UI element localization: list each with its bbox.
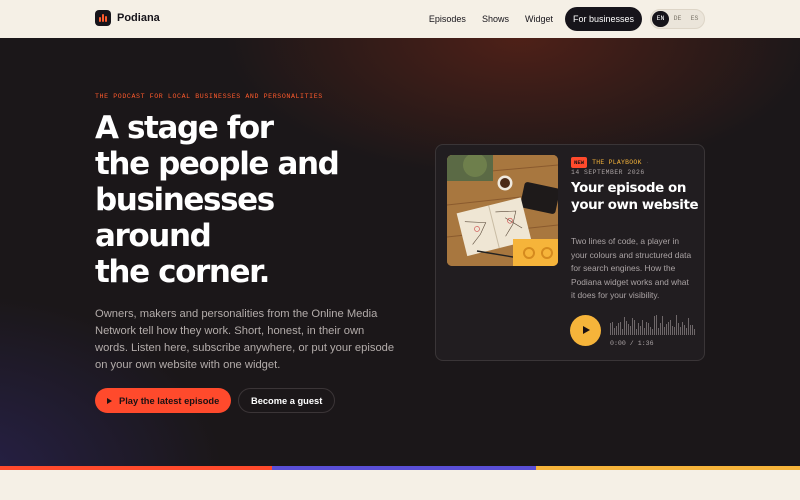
waveform-bar (616, 326, 617, 335)
waveform-bar (634, 320, 635, 335)
waveform-bar (630, 326, 631, 335)
headline-line: A stage for (95, 110, 274, 146)
play-latest-episode-button[interactable]: Play the latest episode (95, 388, 232, 413)
waveform-bar (632, 318, 633, 335)
waveform-bar (664, 327, 665, 335)
waveform-bar (636, 329, 637, 335)
episode-title[interactable]: Your episode on your own website (571, 181, 699, 214)
waveform-bar (680, 327, 681, 335)
nav-link-widget[interactable]: Widget (517, 8, 561, 31)
language-option-de[interactable]: DE (669, 11, 686, 27)
waveform-bar (688, 318, 689, 335)
waveform-bar (622, 329, 623, 335)
episode-thumbnail (447, 155, 558, 266)
bar-chart-icon (95, 10, 111, 26)
waveform-bar (644, 328, 645, 335)
language-option-es[interactable]: ES (686, 11, 703, 27)
waveform-bar (672, 326, 673, 335)
waveform-bar (660, 323, 661, 335)
waveform-bar (642, 320, 643, 335)
play-icon (107, 397, 112, 404)
become-guest-button[interactable]: Become a guest (238, 388, 336, 413)
language-switcher: EN DE ES (650, 9, 705, 29)
brand-name: Podiana (117, 12, 160, 24)
latest-episode-card: NEW THE PLAYBOOK · 14 SEPTEMBER 2026 You… (435, 144, 705, 361)
meta-separator: · (646, 159, 649, 166)
page-footer-area (0, 470, 800, 500)
waveform-bar (682, 322, 683, 335)
episode-date: 14 SEPTEMBER 2026 (571, 169, 645, 176)
for-businesses-button[interactable]: For businesses (564, 7, 642, 31)
waveform-bar (676, 315, 677, 335)
waveform-bar (638, 323, 639, 335)
waveform-bar (646, 322, 647, 335)
hero-headline: A stage for the people and businesses ar… (95, 110, 395, 290)
waveform-bar (650, 327, 651, 335)
waveform-bar (684, 325, 685, 335)
play-icon (583, 326, 590, 334)
waveform-bar (690, 325, 691, 335)
waveform-bar (640, 326, 641, 335)
waveform-bar (620, 322, 621, 335)
waveform-bar (658, 328, 659, 335)
waveform-bar (686, 328, 687, 335)
waveform-bar (668, 322, 669, 335)
show-name[interactable]: THE PLAYBOOK (592, 159, 642, 166)
episode-meta: NEW THE PLAYBOOK · (571, 157, 649, 168)
headline-line: around (95, 218, 212, 254)
site-header: Podiana Episodes Shows Widget For busine… (0, 0, 800, 38)
waveform-bar (624, 317, 625, 335)
brand-logo[interactable]: Podiana (95, 10, 160, 26)
waveform-bar (694, 329, 695, 335)
headline-line: the people and (95, 146, 340, 182)
waveform-bar (614, 328, 615, 335)
total-duration: 1:36 (637, 340, 654, 347)
waveform-bar (670, 320, 671, 335)
waveform-bar (692, 325, 693, 335)
episode-description: Two lines of code, a player in your colo… (571, 236, 692, 300)
player-play-button[interactable] (570, 315, 601, 346)
player-time: 0:00 / 1:36 (610, 340, 654, 347)
waveform-bar (612, 322, 613, 335)
headline-line: businesses (95, 182, 275, 218)
elapsed-time: 0:00 (610, 340, 626, 347)
waveform-bar (648, 323, 649, 335)
waveform-bar (610, 323, 611, 335)
language-option-en[interactable]: EN (652, 11, 669, 27)
waveform-bar (654, 316, 655, 335)
hero-kicker: THE PODCAST FOR LOCAL BUSINESSES AND PER… (95, 93, 323, 100)
main-nav: Episodes Shows Widget For businesses EN … (421, 7, 705, 31)
nav-link-shows[interactable]: Shows (474, 8, 517, 31)
waveform-bar (628, 324, 629, 335)
audio-waveform[interactable] (610, 315, 696, 335)
waveform-bar (678, 323, 679, 335)
waveform-bar (618, 323, 619, 335)
waveform-bar (652, 329, 653, 335)
nav-link-episodes[interactable]: Episodes (421, 8, 474, 31)
new-badge: NEW (571, 157, 588, 168)
headline-line: the corner. (95, 254, 270, 290)
waveform-bar (674, 327, 675, 335)
time-divider: / (629, 340, 634, 347)
waveform-bar (656, 315, 657, 335)
hero-lead: Owners, makers and personalities from th… (95, 308, 395, 371)
hero-section: THE PODCAST FOR LOCAL BUSINESSES AND PER… (0, 38, 800, 466)
waveform-bar (662, 316, 663, 335)
waveform-bar (666, 324, 667, 335)
waveform-bar (626, 321, 627, 335)
play-latest-episode-label: Play the latest episode (119, 395, 220, 406)
